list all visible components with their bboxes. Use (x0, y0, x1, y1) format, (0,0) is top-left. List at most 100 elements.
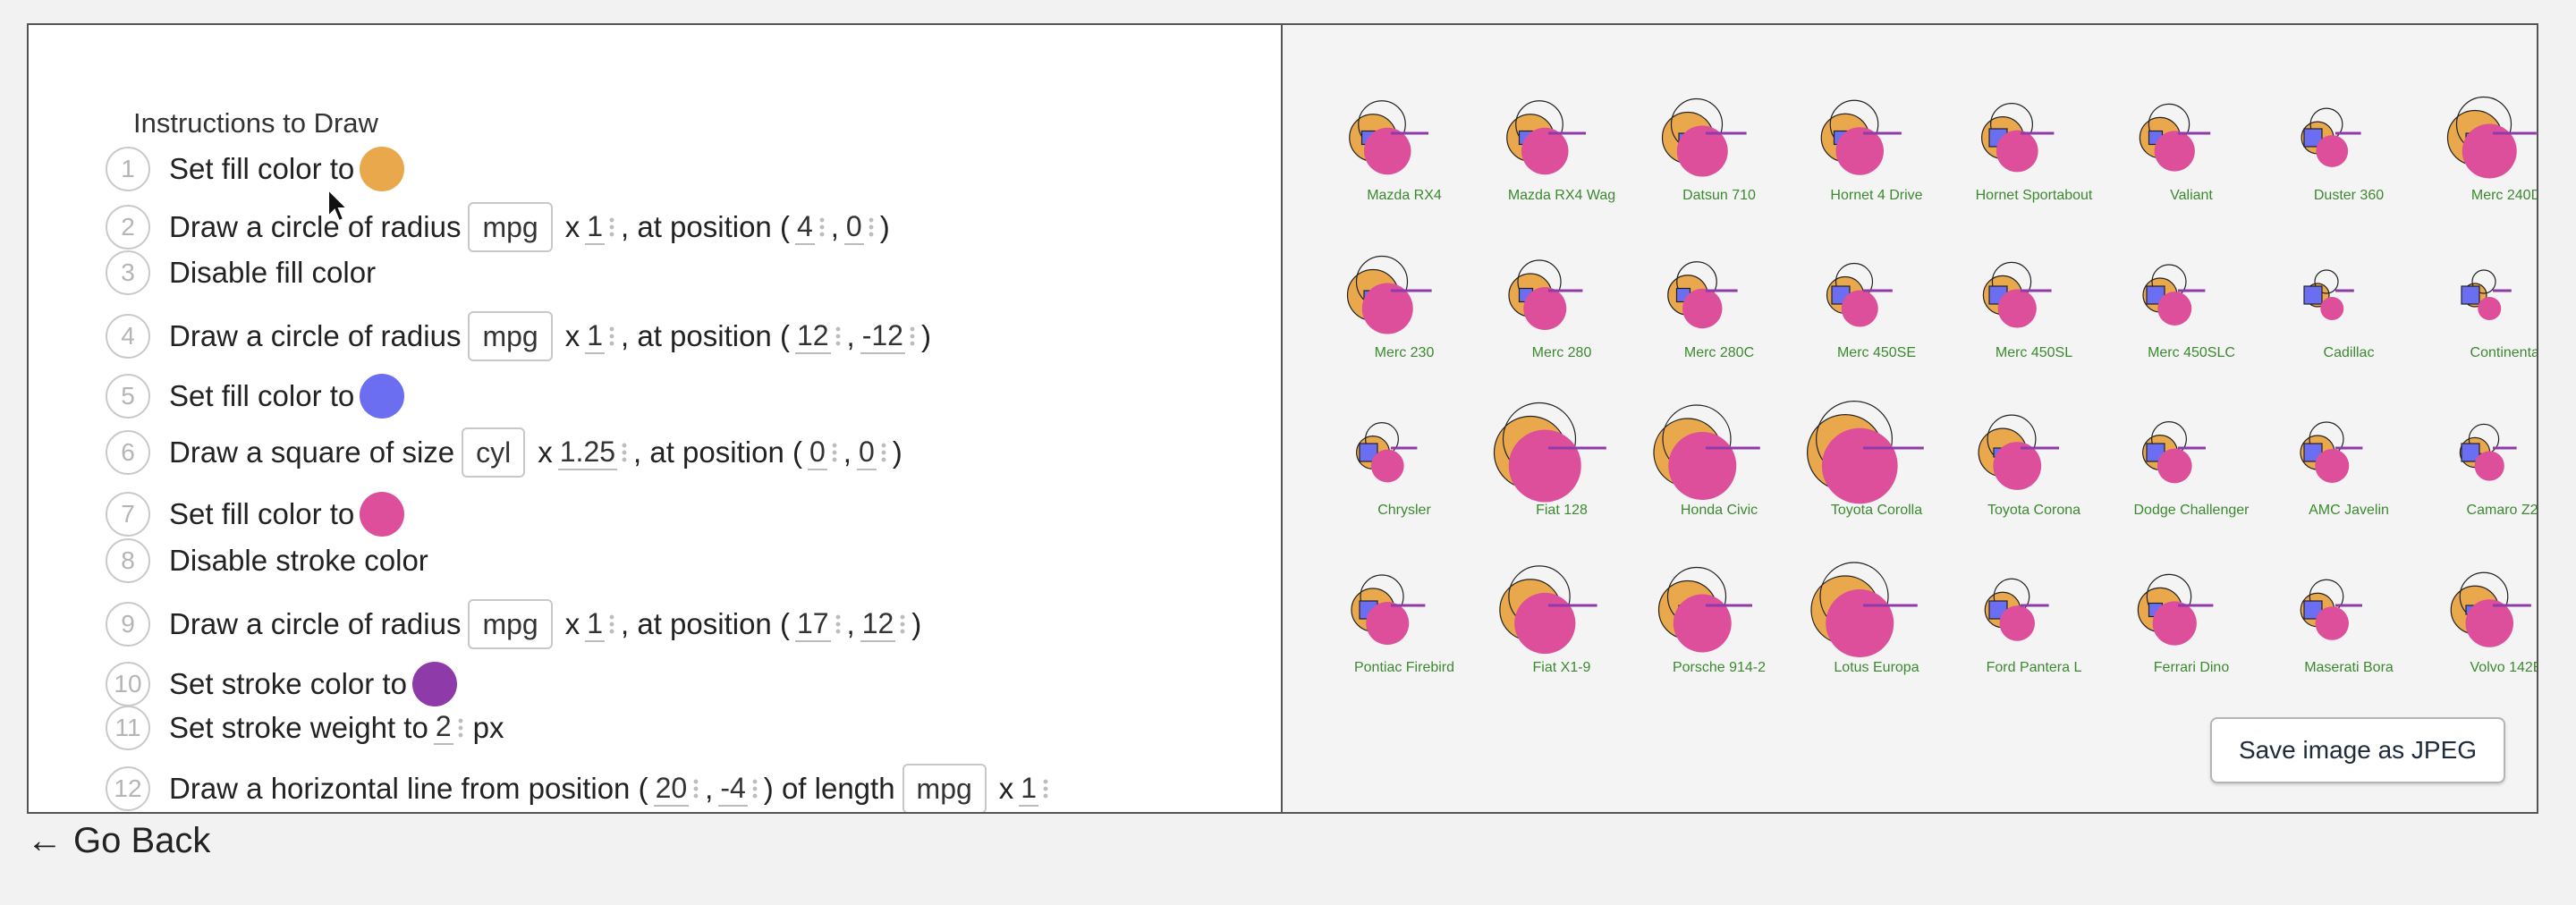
number-input[interactable]: 4 (794, 210, 815, 245)
drag-handle-icon[interactable] (456, 716, 464, 739)
car-glyph (1653, 404, 1760, 500)
car-glyph (1349, 100, 1428, 175)
color-swatch[interactable] (411, 662, 457, 706)
car-label: Ford Pantera L (1986, 660, 2082, 675)
drag-handle-icon[interactable] (879, 442, 887, 463)
step-text: ) (911, 607, 922, 640)
car-glyph (1826, 262, 1893, 327)
drag-handle-icon[interactable] (750, 778, 758, 799)
step-text: Disable fill color (169, 256, 377, 289)
car-glyph (1657, 566, 1752, 653)
step-text: , at position ( (621, 319, 790, 352)
car-label: Datsun 710 (1682, 188, 1756, 203)
car-label: Ferrari Dino (2153, 660, 2230, 675)
number-input[interactable]: 1.25 (557, 436, 618, 470)
car-glyph (1508, 259, 1583, 330)
glyph-pink-circle (2320, 297, 2344, 320)
field-dropdown[interactable]: mpg (902, 764, 987, 812)
step-text: x (998, 772, 1014, 805)
glyph-pink-circle (1521, 127, 1569, 175)
color-swatch[interactable] (360, 147, 405, 191)
number-input[interactable]: 0 (843, 210, 864, 245)
glyph-pink-circle (1826, 589, 1894, 657)
drag-handle-icon[interactable] (608, 613, 615, 635)
car-label: Toyota Corolla (1830, 503, 1923, 518)
drag-handle-icon[interactable] (908, 326, 916, 347)
drag-handle-icon[interactable] (608, 216, 615, 238)
car-label: Volvo 142E (2470, 660, 2537, 675)
step-text: , at position ( (621, 210, 790, 243)
drag-handle-icon[interactable] (608, 326, 615, 347)
step-text: px (472, 710, 504, 744)
step-number: 1 (106, 147, 150, 191)
number-input[interactable]: -4 (718, 772, 748, 807)
field-dropdown[interactable]: mpg (468, 599, 553, 649)
go-back-link[interactable]: ← Go Back (27, 821, 210, 861)
glyph-pink-circle (2315, 606, 2349, 640)
car-label: Merc 280 (1531, 345, 1592, 360)
instruction-step: 6 Draw a square of size cyl x 1.25 , at posit… (106, 427, 902, 478)
drag-handle-icon[interactable] (818, 216, 826, 238)
number-input[interactable]: 12 (794, 319, 831, 354)
number-input[interactable]: 1 (1019, 772, 1039, 807)
drag-handle-icon[interactable] (834, 326, 842, 347)
drag-handle-icon[interactable] (830, 442, 838, 463)
glyph-pink-circle (1514, 592, 1576, 655)
car-label: Fiat 128 (1536, 503, 1588, 518)
drawing-canvas[interactable]: Save image as JPEG Mazda RX4 Mazda RX4 Wa… (1283, 25, 2537, 812)
color-swatch[interactable] (360, 374, 405, 419)
glyph-pink-circle (1366, 602, 1410, 645)
drag-handle-icon[interactable] (621, 442, 629, 463)
car-glyph (1506, 100, 1586, 175)
field-dropdown[interactable]: mpg (468, 202, 553, 252)
step-number: 10 (106, 662, 150, 706)
glyph-cyl-square (2303, 285, 2323, 305)
number-input[interactable]: 12 (860, 607, 896, 642)
drag-handle-icon[interactable] (899, 613, 907, 635)
step-text: Set fill color to (169, 379, 355, 412)
glyph-pink-circle (2157, 448, 2192, 484)
glyph-pink-circle (1997, 289, 2037, 328)
instruction-step: 8 Disable stroke color (106, 538, 428, 583)
number-input[interactable]: 20 (653, 772, 690, 807)
drag-handle-icon[interactable] (1042, 778, 1050, 799)
field-dropdown[interactable]: cyl (462, 427, 526, 478)
number-input[interactable]: 1 (585, 607, 605, 642)
save-jpeg-button[interactable]: Save image as JPEG (2210, 717, 2505, 783)
number-input[interactable]: 2 (433, 710, 453, 745)
step-text: Set fill color to (169, 497, 355, 530)
step-number: 8 (106, 538, 150, 583)
drag-handle-icon[interactable] (834, 613, 842, 635)
car-label: Merc 450SL (1995, 345, 2073, 360)
glyph-grid (1346, 96, 2537, 657)
step-text: ) (892, 436, 902, 469)
drag-handle-icon[interactable] (867, 216, 875, 238)
car-glyph (1661, 97, 1747, 177)
car-label: Merc 230 (1374, 345, 1435, 360)
step-number: 5 (106, 374, 150, 419)
number-input[interactable]: 0 (807, 436, 827, 470)
instruction-step: 3 Disable fill color (106, 250, 377, 295)
number-input[interactable]: 1 (585, 210, 605, 245)
number-input[interactable]: -12 (860, 319, 905, 354)
number-input[interactable]: 1 (585, 319, 605, 354)
glyph-pink-circle (1999, 605, 2035, 641)
car-glyph (1981, 103, 2055, 173)
instruction-step: 5 Set fill color to (106, 374, 405, 419)
step-text: x (564, 210, 580, 243)
step-text: , at position ( (621, 607, 790, 640)
car-glyph (2301, 107, 2361, 167)
field-dropdown[interactable]: mpg (468, 311, 553, 361)
drag-handle-icon[interactable] (692, 778, 700, 799)
glyph-cyl-square (2461, 285, 2480, 305)
number-input[interactable]: 0 (856, 436, 877, 470)
car-label: Pontiac Firebird (1353, 660, 1455, 675)
car-glyph (2142, 264, 2206, 326)
instruction-step: 7 Set fill color to (106, 492, 405, 537)
step-text: Disable stroke color (169, 544, 428, 577)
instructions-title: Instructions to Draw (133, 107, 378, 139)
color-swatch[interactable] (360, 492, 405, 537)
car-label: Merc 450SE (1836, 345, 1917, 360)
number-input[interactable]: 17 (794, 607, 831, 642)
car-glyph (2446, 96, 2537, 179)
